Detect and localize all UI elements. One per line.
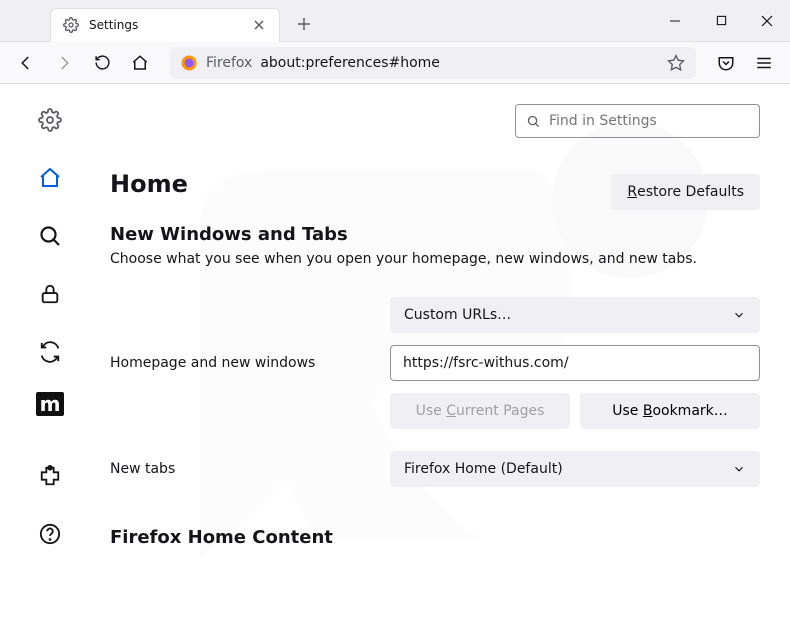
- window-close-button[interactable]: [744, 0, 790, 42]
- section-description: Choose what you see when you open your h…: [110, 251, 760, 267]
- app-menu-button[interactable]: [748, 47, 780, 79]
- homepage-mode-select[interactable]: Custom URLs…: [390, 297, 760, 333]
- use-bookmark-button[interactable]: Use Bookmark…: [580, 393, 760, 429]
- window-minimize-button[interactable]: [652, 0, 698, 42]
- section-heading-home-content: Firefox Home Content: [110, 527, 760, 548]
- sidebar-item-home[interactable]: [32, 160, 68, 196]
- select-value: Firefox Home (Default): [404, 461, 563, 477]
- chevron-down-icon: [732, 462, 746, 476]
- new-tabs-select[interactable]: Firefox Home (Default): [390, 451, 760, 487]
- sidebar-item-search[interactable]: [32, 218, 68, 254]
- nav-reload-button[interactable]: [86, 47, 118, 79]
- use-current-pages-button[interactable]: Use Current Pages: [390, 393, 570, 429]
- sidebar-item-privacy[interactable]: [32, 276, 68, 312]
- sidebar-item-general[interactable]: [32, 102, 68, 138]
- chevron-down-icon: [732, 308, 746, 322]
- section-heading-new-windows: New Windows and Tabs: [110, 224, 760, 245]
- urlbar-text: about:preferences#home: [260, 55, 658, 71]
- nav-forward-button[interactable]: [48, 47, 80, 79]
- nav-back-button[interactable]: [10, 47, 42, 79]
- sidebar-item-extensions[interactable]: [32, 458, 68, 494]
- settings-main: Home Restore Defaults New Windows and Ta…: [100, 84, 790, 637]
- browser-toolbar: Firefox about:preferences#home: [0, 42, 790, 84]
- browser-tab-settings[interactable]: Settings: [50, 8, 280, 42]
- sidebar-item-more[interactable]: m: [36, 392, 64, 416]
- select-value: Custom URLs…: [404, 307, 511, 323]
- settings-sidebar: m: [0, 84, 100, 637]
- page-title: Home: [110, 170, 611, 198]
- search-settings-field[interactable]: [515, 104, 760, 138]
- gear-icon: [63, 17, 79, 33]
- window-maximize-button[interactable]: [698, 0, 744, 42]
- nav-home-button[interactable]: [124, 47, 156, 79]
- new-tab-button[interactable]: [290, 10, 318, 38]
- pocket-button[interactable]: [710, 47, 742, 79]
- sidebar-item-help[interactable]: [32, 516, 68, 552]
- tab-title: Settings: [89, 18, 241, 32]
- bookmark-star-icon[interactable]: [666, 53, 686, 73]
- homepage-url-input[interactable]: [390, 345, 760, 381]
- restore-defaults-button[interactable]: Restore Defaults: [611, 174, 760, 210]
- close-tab-icon[interactable]: [251, 17, 267, 33]
- firefox-icon: [180, 54, 198, 72]
- homepage-label: Homepage and new windows: [110, 355, 370, 371]
- url-bar[interactable]: Firefox about:preferences#home: [170, 47, 696, 79]
- urlbar-identity-label: Firefox: [206, 55, 252, 71]
- search-settings-input[interactable]: [549, 113, 749, 129]
- search-icon: [526, 114, 541, 129]
- new-tabs-label: New tabs: [110, 461, 370, 477]
- sidebar-item-sync[interactable]: [32, 334, 68, 370]
- window-titlebar: Settings: [0, 0, 790, 42]
